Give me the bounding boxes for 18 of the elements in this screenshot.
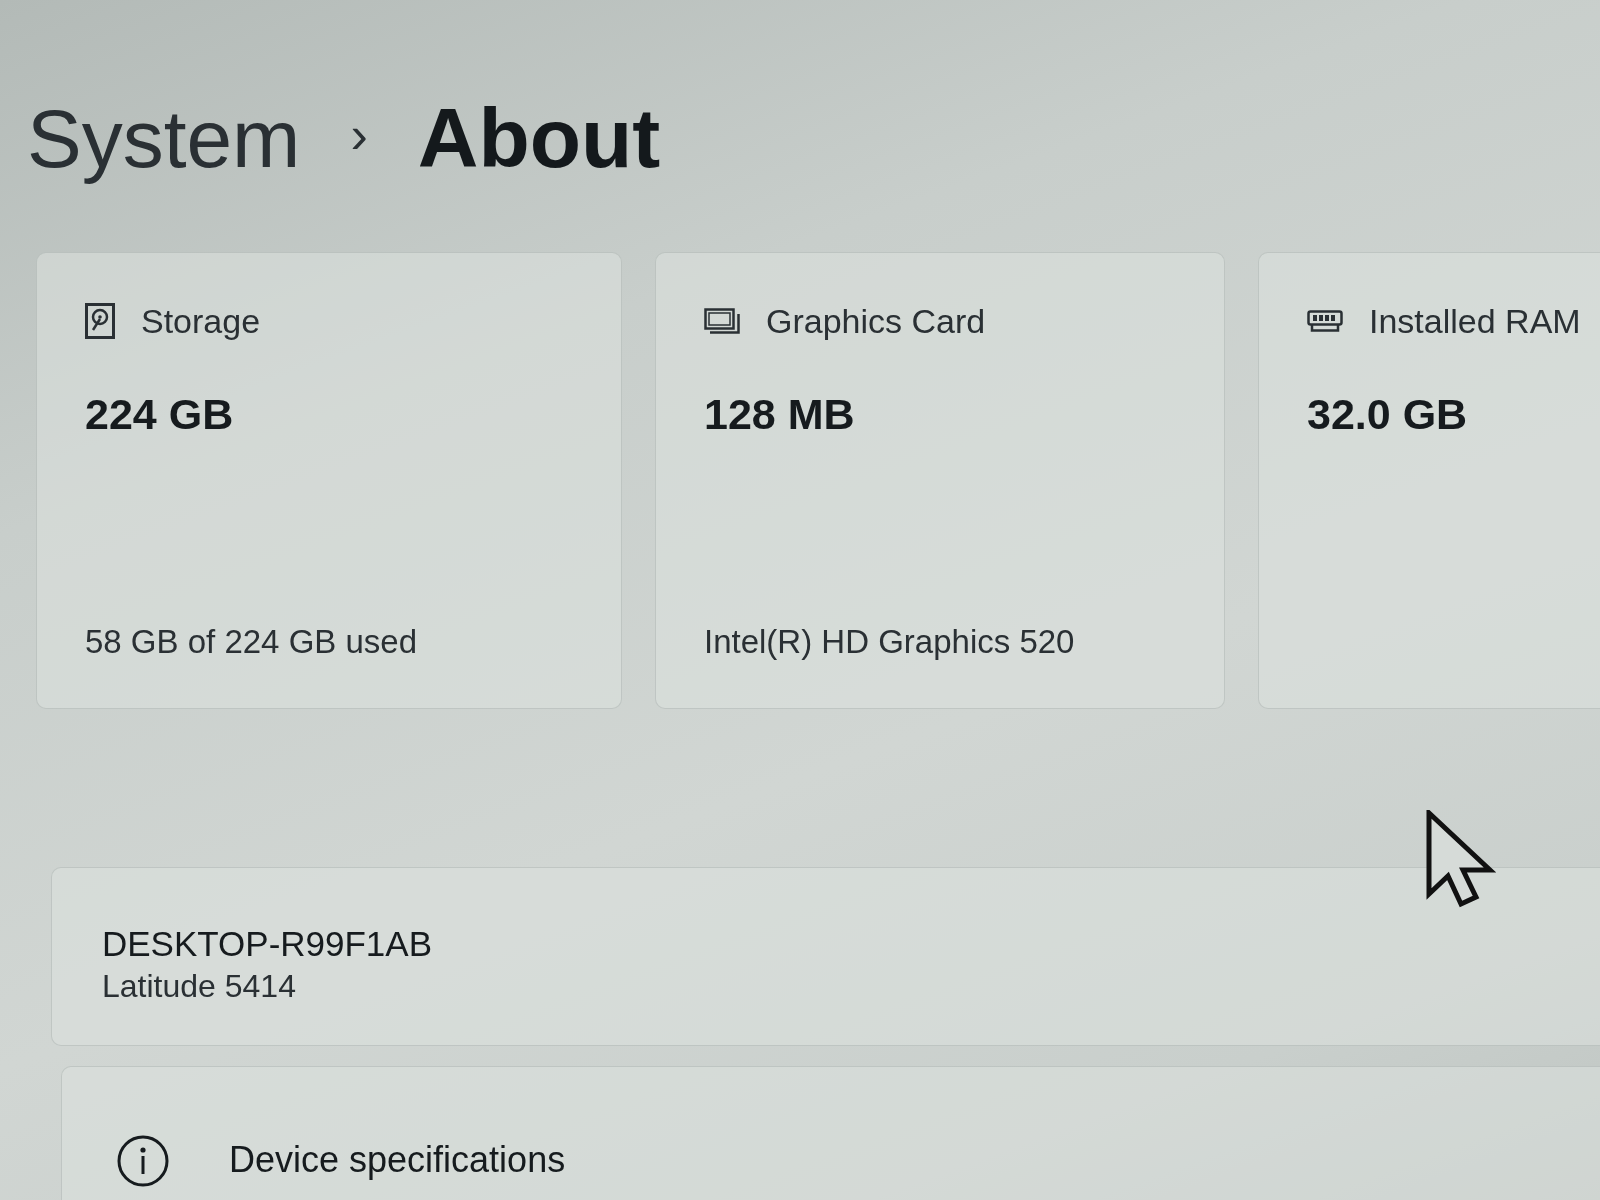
hard-drive-icon: [85, 303, 115, 339]
card-detail: Intel(R) HD Graphics 520: [704, 622, 1076, 662]
page-title: About: [417, 96, 661, 180]
memory-module-icon: [1307, 310, 1343, 332]
card-label: Storage: [141, 301, 261, 341]
device-specifications-expander[interactable]: Device specifications: [61, 1066, 1600, 1200]
device-name: DESKTOP-R99F1AB: [102, 923, 433, 965]
info-icon: [117, 1135, 169, 1187]
card-value: 224 GB: [85, 389, 235, 440]
card-value: 32.0 GB: [1307, 389, 1469, 440]
graphics-card-icon: [704, 308, 740, 334]
device-model: Latitude 5414: [102, 967, 296, 1006]
card-label: Installed RAM: [1369, 301, 1581, 341]
card-detail: 58 GB of 224 GB used: [85, 622, 419, 662]
card-value: 128 MB: [704, 389, 856, 440]
mouse-pointer-icon: [1426, 810, 1496, 908]
breadcrumb-separator: ›: [350, 109, 368, 161]
card-label: Graphics Card: [766, 301, 986, 341]
